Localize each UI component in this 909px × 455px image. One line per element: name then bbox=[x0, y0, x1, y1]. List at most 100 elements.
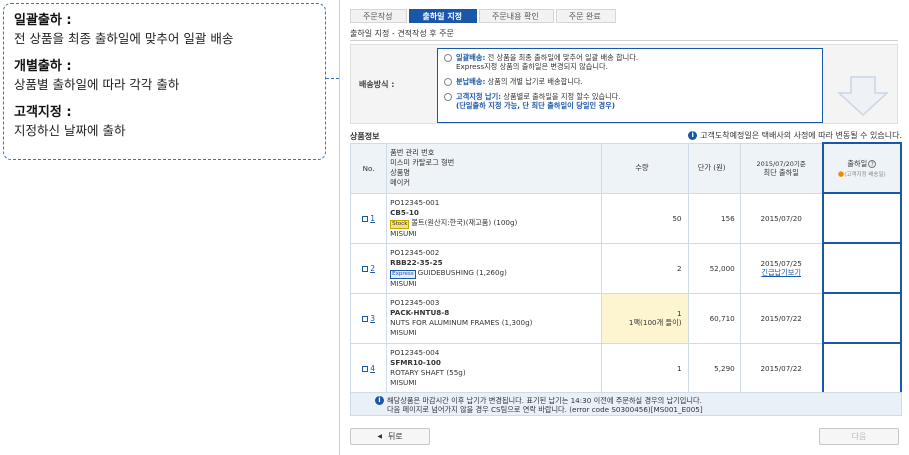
catalog-part-number: SFMR10-100 bbox=[390, 358, 441, 367]
col-product-line: 메이커 bbox=[390, 178, 410, 187]
ship-date-input[interactable] bbox=[821, 242, 903, 294]
express-badge: Express bbox=[390, 269, 416, 279]
catalog-part-number: RBB22-35-25 bbox=[390, 257, 443, 267]
radio-split[interactable] bbox=[444, 78, 452, 86]
col-product: 품번 관리 번호 미스미 카탈로그 형번 상품명 메이커 bbox=[386, 142, 603, 194]
product-code: PO12345-003 bbox=[390, 298, 440, 307]
step-order-write: 주문작성 bbox=[350, 9, 408, 23]
table-header-row: No. 품번 관리 번호 미스미 카탈로그 형번 상품명 메이커 수량 단가 (… bbox=[349, 142, 903, 194]
col-product-line: 품번 관리 번호 bbox=[390, 148, 435, 157]
info-icon: i bbox=[688, 131, 698, 140]
product-cell: PO12345-001 CB5-10 Stock 볼트(원산지:한국)(재고품) … bbox=[386, 192, 603, 244]
row-number-link[interactable]: 3 bbox=[362, 314, 375, 323]
shipping-options: 일괄배송: 전 상품을 최종 출하일에 맞추어 일괄 배송 합니다. Expre… bbox=[437, 48, 823, 123]
option-text: 상품의 개별 납기로 배송합니다. bbox=[487, 77, 583, 86]
step-ship-date: 출하일 지정 bbox=[409, 9, 478, 23]
quantity-pack: 1팩(100개 들이) bbox=[628, 317, 682, 327]
col-ship-date: 출하일? ●(고객지정 배송일) bbox=[821, 142, 903, 194]
stock-badge: Stock bbox=[390, 219, 410, 229]
option-name: 분납배송: bbox=[456, 77, 486, 86]
notice-line1: 해당상품은 마감시간 이후 납기가 변경됩니다. 표기된 납기는 14:30 이… bbox=[387, 396, 702, 405]
option-text-line2: Express지정 상품의 출하일은 변경되지 않습니다. bbox=[456, 62, 608, 71]
notice-line2: 다음 페이지로 넘어가지 않을 경우 CS팀으로 연락 바랍니다. (error… bbox=[387, 405, 703, 414]
row-number-link[interactable]: 4 bbox=[362, 364, 375, 373]
back-button-label: 뒤로 bbox=[387, 432, 403, 441]
callout-title: 일괄출하 : bbox=[14, 13, 72, 28]
quantity: 1 bbox=[676, 308, 682, 318]
shipping-option-customer[interactable]: 고객지정 납기: 상품별로 출하일을 지정 할수 있습니다. (단일출하 지정 … bbox=[444, 92, 816, 110]
page-title: 출하일 지정 - 견적작성 후 주문 bbox=[350, 27, 898, 41]
window-icon bbox=[362, 315, 369, 322]
delivery-note: i 고객도착예정일은 택배사의 사정에 따라 변동될 수 있습니다. bbox=[688, 130, 902, 141]
shortest-date: 2015/07/25 bbox=[760, 258, 802, 268]
shortest-date: 2015/07/22 bbox=[739, 342, 824, 394]
product-name: ROTARY SHAFT (55g) bbox=[390, 368, 466, 377]
urgent-delivery-link[interactable]: 긴급납기보기 bbox=[761, 268, 801, 277]
quantity: 50 bbox=[601, 192, 689, 244]
maker: MISUMI bbox=[390, 278, 417, 288]
quantity-cell: 1 1팩(100개 들이) bbox=[601, 292, 689, 344]
ship-date-input[interactable] bbox=[821, 192, 903, 244]
col-unit-price: 단가 (원) bbox=[687, 142, 741, 194]
option-name: 일괄배송: bbox=[456, 53, 486, 62]
table-row: 3 PO12345-003 PACK-HNTU8-8 NUTS FOR ALUM… bbox=[349, 292, 903, 344]
table-row: 2 PO12345-002 RBB22-35-25 Express GUIDEBU… bbox=[349, 242, 903, 294]
window-icon bbox=[362, 265, 369, 272]
unit-price: 156 bbox=[687, 192, 741, 244]
callout-item-customer: 고객지정 : 지정하신 날짜에 출하 bbox=[14, 104, 315, 139]
order-panel: 주문작성 출하일 지정 주문내용 확인 주문 완료 출하일 지정 - 견적작성 … bbox=[339, 0, 909, 455]
maker: MISUMI bbox=[390, 378, 417, 387]
window-icon bbox=[362, 365, 369, 372]
option-text: 상품별로 출하일을 지정 할수 있습니다. bbox=[503, 92, 621, 101]
notice-message: i 해당상품은 마감시간 이후 납기가 변경됩니다. 표기된 납기는 14:30… bbox=[350, 392, 902, 416]
next-button[interactable]: 다음 bbox=[819, 428, 899, 445]
col-ship-date-label: 출하일 bbox=[847, 158, 868, 168]
info-icon: i bbox=[375, 396, 384, 405]
ship-date-note: (고객지정 배송일) bbox=[844, 171, 886, 178]
ship-date-input[interactable] bbox=[821, 342, 903, 394]
unit-price: 52,000 bbox=[687, 242, 741, 294]
down-arrow-icon bbox=[837, 76, 889, 117]
product-cell: PO12345-003 PACK-HNTU8-8 NUTS FOR ALUMIN… bbox=[386, 292, 603, 344]
radio-customer[interactable] bbox=[444, 93, 452, 101]
shipping-option-split[interactable]: 분납배송: 상품의 개별 납기로 배송합니다. bbox=[444, 77, 816, 86]
catalog-part-number: PACK-HNTU8-8 bbox=[390, 308, 450, 317]
product-code: PO12345-001 bbox=[390, 197, 440, 207]
help-icon[interactable]: ? bbox=[868, 159, 877, 168]
maker: MISUMI bbox=[390, 328, 417, 337]
radio-bulk[interactable] bbox=[444, 54, 452, 62]
table-row: 4 PO12345-004 SFMR10-100 ROTARY SHAFT (5… bbox=[349, 342, 903, 394]
step-order-complete: 주문 완료 bbox=[555, 9, 616, 23]
col-shortest-date-label: 최단 출하일 bbox=[763, 168, 799, 177]
row-number-link[interactable]: 2 bbox=[362, 264, 375, 273]
shortest-date: 2015/07/22 bbox=[739, 292, 824, 344]
product-code: PO12345-004 bbox=[390, 348, 440, 357]
callout-desc: 지정하신 날짜에 출하 bbox=[14, 123, 126, 138]
product-info-header: 상품정보 i 고객도착예정일은 택배사의 사정에 따라 변동될 수 있습니다. bbox=[350, 130, 902, 142]
step-progress-bar: 주문작성 출하일 지정 주문내용 확인 주문 완료 bbox=[350, 9, 618, 23]
back-button[interactable]: ◀ 뒤로 bbox=[350, 428, 430, 445]
col-product-line: 미스미 카탈로그 형번 bbox=[390, 158, 455, 167]
shortest-date-cell: 2015/07/25 긴급납기보기 bbox=[739, 242, 824, 294]
shipping-method-label: 배송방식 : bbox=[359, 80, 395, 89]
product-cell: PO12345-004 SFMR10-100 ROTARY SHAFT (55g… bbox=[386, 342, 603, 394]
product-name: GUIDEBUSHING (1,260g) bbox=[417, 267, 507, 277]
catalog-part-number: CB5-10 bbox=[390, 207, 419, 217]
shipping-option-bulk[interactable]: 일괄배송: 전 상품을 최종 출하일에 맞추어 일괄 배송 합니다. Expre… bbox=[444, 53, 816, 71]
next-button-label: 다음 bbox=[851, 432, 867, 441]
delivery-note-text: 고객도착예정일은 택배사의 사정에 따라 변동될 수 있습니다. bbox=[700, 131, 902, 140]
callout-item-bulk: 일괄출하 : 전 상품을 최종 출하일에 맞추어 일괄 배송 bbox=[14, 12, 315, 47]
shortest-date: 2015/07/20 bbox=[739, 192, 824, 244]
left-triangle-icon: ◀ bbox=[377, 433, 382, 440]
callout-title: 개별출하 : bbox=[14, 59, 72, 74]
product-name: NUTS FOR ALUMINUM FRAMES (1,300g) bbox=[390, 318, 533, 327]
section-title: 상품정보 bbox=[350, 132, 380, 141]
product-cell: PO12345-002 RBB22-35-25 Express GUIDEBUSH… bbox=[386, 242, 603, 294]
window-icon bbox=[362, 215, 369, 222]
option-text: 전 상품을 최종 출하일에 맞추어 일괄 배송 합니다. bbox=[487, 53, 639, 62]
row-number-link[interactable]: 1 bbox=[362, 214, 375, 223]
col-product-line: 상품명 bbox=[390, 168, 410, 177]
shipping-method-section: 배송방식 : 일괄배송: 전 상품을 최종 출하일에 맞추어 일괄 배송 합니다… bbox=[350, 44, 898, 124]
ship-date-input[interactable] bbox=[821, 292, 903, 344]
col-quantity: 수량 bbox=[601, 142, 689, 194]
